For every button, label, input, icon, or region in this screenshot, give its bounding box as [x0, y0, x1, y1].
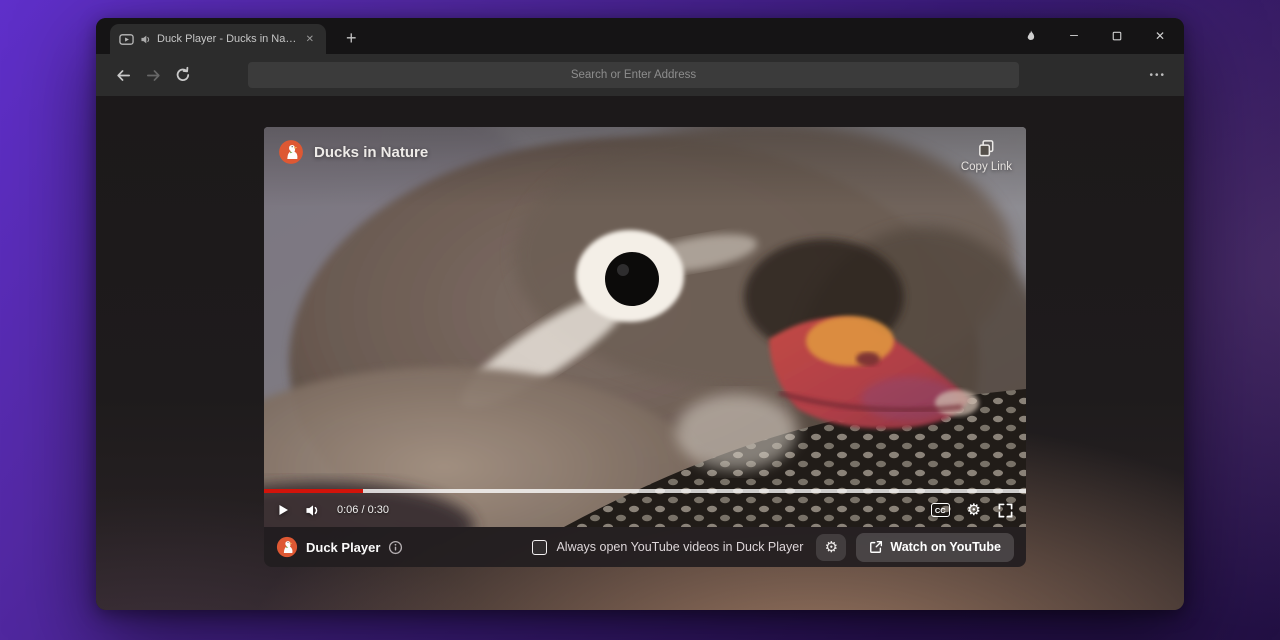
browser-window: Duck Player - Ducks in Nature ✕ + – ✕ Se… — [96, 18, 1184, 610]
play-icon — [279, 504, 288, 516]
maximize-icon — [1112, 31, 1122, 41]
back-arrow-icon — [116, 69, 130, 81]
close-window-button[interactable]: ✕ — [1152, 28, 1168, 44]
forward-arrow-icon — [146, 69, 160, 81]
maximize-button[interactable] — [1109, 28, 1125, 44]
fire-icon — [1027, 29, 1035, 40]
captions-button[interactable]: CC — [930, 503, 950, 517]
overflow-menu-button[interactable]: ••• — [1145, 64, 1170, 87]
volume-button[interactable] — [305, 503, 322, 518]
external-link-icon — [870, 540, 883, 553]
forward-button[interactable] — [140, 62, 166, 88]
watch-on-youtube-label: Watch on YouTube — [890, 540, 1001, 554]
video-title: Ducks in Nature — [314, 143, 429, 161]
always-open-checkbox[interactable] — [532, 539, 548, 555]
page-content: Ducks in Nature Copy Link 0:06 / 0:30 CC… — [96, 96, 1184, 610]
tab-title: Duck Player - Ducks in Nature — [157, 33, 297, 45]
duckduckgo-logo — [279, 140, 303, 164]
copy-link-label: Copy Link — [960, 161, 1012, 173]
desktop-background: { "browser": { "tab_bar": { "tab_title":… — [0, 0, 1280, 640]
duck-player-favicon — [119, 33, 134, 45]
reload-icon — [176, 66, 190, 81]
duck-player-brand-label: Duck Player — [306, 539, 381, 555]
fullscreen-button[interactable] — [998, 503, 1013, 518]
volume-icon — [306, 504, 318, 516]
footer-actions: Always open YouTube videos in Duck Playe… — [532, 532, 1014, 562]
address-bar — [248, 62, 1019, 88]
player-controls: 0:06 / 0:30 CC ⚙ — [264, 493, 1026, 527]
time-display: 0:06 / 0:30 — [337, 504, 389, 516]
tab-audio-playing-icon — [141, 35, 150, 43]
new-tab-button[interactable]: + — [340, 29, 363, 54]
watch-on-youtube-button[interactable]: Watch on YouTube — [856, 532, 1014, 562]
navigation-toolbar: ••• — [96, 54, 1184, 96]
duck-player-settings-button[interactable]: ⚙ — [816, 533, 847, 561]
fire-button[interactable] — [1023, 28, 1039, 44]
reload-button[interactable] — [170, 62, 196, 88]
tab-bar: Duck Player - Ducks in Nature ✕ + – ✕ — [96, 18, 1184, 54]
always-open-label: Always open YouTube videos in Duck Playe… — [556, 540, 804, 554]
window-controls: – ✕ — [1023, 18, 1168, 54]
settings-button[interactable]: ⚙ — [967, 500, 981, 520]
tab-close-icon[interactable]: ✕ — [303, 32, 317, 47]
duck-player: Ducks in Nature Copy Link 0:06 / 0:30 CC… — [264, 127, 1026, 567]
video-header: Ducks in Nature Copy Link — [264, 127, 1026, 173]
video-viewport[interactable]: Ducks in Nature Copy Link 0:06 / 0:30 CC… — [264, 127, 1026, 527]
duck-player-footer: Duck Player Always open YouTube videos i… — [264, 527, 1026, 567]
back-button[interactable] — [110, 62, 136, 88]
copy-icon — [979, 140, 994, 157]
play-button[interactable] — [277, 503, 290, 517]
info-icon[interactable] — [388, 540, 403, 555]
duck-player-brand: Duck Player — [276, 536, 403, 558]
tab-duck-player[interactable]: Duck Player - Ducks in Nature ✕ — [110, 24, 326, 54]
address-bar-input[interactable] — [248, 62, 1019, 88]
minimize-button[interactable]: – — [1066, 26, 1082, 44]
copy-link-button[interactable]: Copy Link — [961, 139, 1012, 173]
fullscreen-icon — [998, 503, 1013, 517]
duckduckgo-logo — [276, 536, 298, 558]
